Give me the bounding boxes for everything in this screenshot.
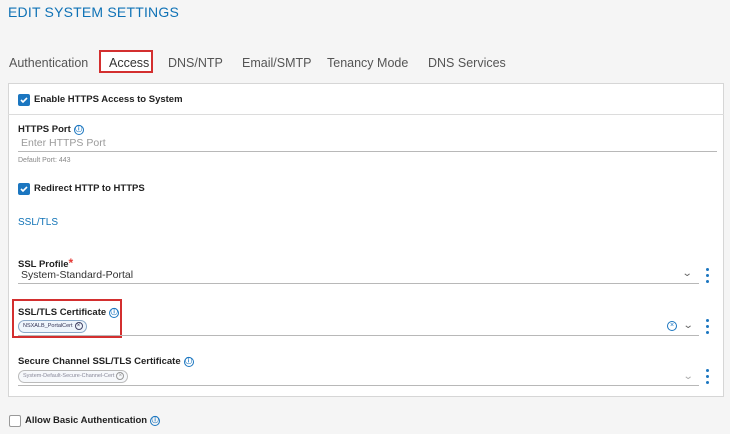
secure-channel-cert-chip[interactable]: System-Default-Secure-Channel-Cert × — [18, 370, 129, 383]
secure-channel-cert-label: Secure Channel SSL/TLS Certificate ⓘ — [18, 356, 194, 367]
ssl-cert-underline — [18, 335, 699, 336]
allow-basic-auth-label: Allow Basic Authentication ⓘ — [25, 415, 161, 426]
tab-dns-ntp[interactable]: DNS/NTP — [168, 56, 223, 70]
page-title: EDIT SYSTEM SETTINGS — [8, 4, 179, 20]
chevron-down-icon[interactable]: ⌄ — [683, 320, 694, 331]
ssl-cert-chip-label: NSXALB_PortalCert — [23, 323, 73, 329]
clear-icon[interactable]: × — [667, 321, 677, 331]
allow-basic-auth-checkbox[interactable] — [9, 415, 21, 427]
ssl-profile-underline — [18, 283, 699, 284]
enable-https-label: Enable HTTPS Access to System — [34, 94, 183, 105]
https-port-input[interactable]: Enter HTTPS Port — [21, 137, 106, 149]
tab-authentication[interactable]: Authentication — [9, 56, 88, 70]
https-port-underline — [18, 151, 717, 152]
close-icon[interactable]: × — [74, 322, 83, 330]
tab-dns-services[interactable]: DNS Services — [428, 56, 506, 70]
info-icon[interactable]: ⓘ — [150, 416, 161, 426]
https-port-hint: Default Port: 443 — [18, 157, 71, 164]
tab-tenancy-mode[interactable]: Tenancy Mode — [327, 56, 408, 70]
divider — [8, 114, 724, 115]
check-icon — [20, 186, 28, 193]
settings-panel — [8, 83, 724, 397]
info-icon[interactable]: ⓘ — [183, 357, 194, 367]
ssl-cert-label-text: SSL/TLS Certificate — [18, 307, 107, 318]
more-options-icon[interactable] — [706, 268, 710, 286]
ssl-profile-select[interactable]: System-Standard-Portal — [21, 269, 133, 281]
ssl-cert-label: SSL/TLS Certificate ⓘ — [18, 307, 120, 318]
ssl-tls-section-title: SSL/TLS — [18, 217, 59, 228]
allow-basic-auth-label-text: Allow Basic Authentication — [25, 415, 148, 426]
ssl-cert-chip[interactable]: NSXALB_PortalCert × — [18, 320, 87, 333]
required-mark: * — [68, 256, 74, 270]
redirect-http-checkbox[interactable] — [18, 183, 30, 195]
https-port-label-text: HTTPS Port — [18, 124, 71, 135]
chevron-down-icon[interactable]: ⌄ — [683, 371, 694, 382]
https-port-label: HTTPS Port ⓘ — [18, 124, 84, 135]
tab-access[interactable]: Access — [99, 50, 153, 73]
close-icon[interactable]: × — [116, 372, 125, 380]
tab-email-smtp[interactable]: Email/SMTP — [242, 56, 311, 70]
more-options-icon[interactable] — [706, 369, 710, 387]
secure-channel-cert-chip-label: System-Default-Secure-Channel-Cert — [23, 373, 115, 379]
redirect-http-label: Redirect HTTP to HTTPS — [34, 183, 145, 194]
chevron-down-icon[interactable]: ⌄ — [682, 268, 693, 279]
check-icon — [20, 97, 28, 104]
tab-access-label: Access — [109, 56, 150, 70]
secure-channel-underline — [18, 385, 699, 386]
ssl-profile-label: SSL Profile* — [18, 256, 73, 270]
more-options-icon[interactable] — [706, 319, 710, 337]
secure-channel-cert-label-text: Secure Channel SSL/TLS Certificate — [18, 356, 181, 367]
info-icon[interactable]: ⓘ — [109, 308, 120, 318]
info-icon[interactable]: ⓘ — [73, 125, 84, 135]
enable-https-checkbox[interactable] — [18, 94, 30, 106]
